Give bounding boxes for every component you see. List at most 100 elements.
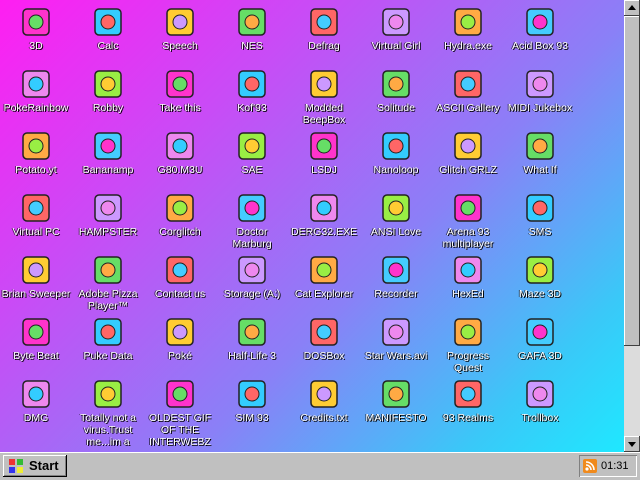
desktop-icon[interactable]: Glitch GRLZ xyxy=(432,124,504,186)
desktop-icon[interactable]: Puke Data xyxy=(72,310,144,372)
doctor-icon xyxy=(238,194,266,222)
desktop-icon-label: HexEd xyxy=(452,288,484,300)
desktop-icon[interactable]: Totally not a virus.Trust me...im a xyxy=(72,372,144,448)
smiley-icon xyxy=(526,8,554,36)
desktop-icon[interactable]: Defrag xyxy=(288,0,360,62)
desktop-icon[interactable]: ANSI Love xyxy=(360,186,432,248)
desktop-icon[interactable]: Doctor Marburg xyxy=(216,186,288,250)
open-book-icon xyxy=(238,380,266,408)
desktop-icon[interactable]: DERG32.EXE xyxy=(288,186,360,248)
lips-icon xyxy=(454,132,482,160)
desktop-icon[interactable]: Calc xyxy=(72,0,144,62)
desktop-icon-label: Brian Sweeper xyxy=(1,288,71,300)
desktop-icon-label: Bananamp xyxy=(82,164,134,176)
desktop-icon-label: Robby xyxy=(92,102,124,114)
gif-icon xyxy=(166,380,194,408)
desktop-icon[interactable]: DOSBox xyxy=(288,310,360,372)
desktop-icon[interactable]: HexEd xyxy=(432,248,504,310)
rss-icon[interactable] xyxy=(583,459,597,473)
desktop-icon[interactable]: Brian Sweeper xyxy=(0,248,72,310)
derg-monitor-icon xyxy=(310,194,338,222)
desktop-icon-label: ANSI Love xyxy=(370,226,422,238)
defrag-icon xyxy=(310,8,338,36)
desktop-icon-label: MANIFESTO xyxy=(365,412,427,424)
mine-icon xyxy=(22,256,50,284)
desktop-scrollbar[interactable] xyxy=(624,0,640,452)
corgi-icon xyxy=(166,194,194,222)
desktop-icon[interactable]: NES xyxy=(216,0,288,62)
desktop-icon-label: Solitude xyxy=(377,102,415,114)
desktop-icon-label: Puke Data xyxy=(83,350,133,362)
desktop-icon[interactable]: MANIFESTO xyxy=(360,372,432,434)
desktop-icon[interactable]: Hydra.exe xyxy=(432,0,504,62)
desktop-icon-label: PokeRainbow xyxy=(3,102,69,114)
desktop-icon[interactable]: MIDI Jukebox xyxy=(504,62,576,124)
desktop-icon[interactable]: Modded BeepBox xyxy=(288,62,360,126)
calculator-icon xyxy=(94,8,122,36)
desktop-icon[interactable]: Half-Life 3 xyxy=(216,310,288,372)
desktop-icon[interactable]: Star Wars.avi xyxy=(360,310,432,372)
lsdj-icon xyxy=(310,132,338,160)
desktop-icon[interactable]: G80.M3U xyxy=(144,124,216,186)
desktop-icon[interactable]: Poké xyxy=(144,310,216,372)
desktop-icon[interactable]: Solitude xyxy=(360,62,432,124)
desktop-icon[interactable]: Potato.yt xyxy=(0,124,72,186)
fighter-face-icon xyxy=(238,70,266,98)
desktop-icon[interactable]: Acid Box 93 xyxy=(504,0,576,62)
desktop-icon[interactable]: Kof'93 xyxy=(216,62,288,124)
desktop-icon[interactable]: OLDEST GIF OF THE INTERWEBZ xyxy=(144,372,216,448)
desktop-icon[interactable]: Virtual Girl xyxy=(360,0,432,62)
desktop-icon[interactable]: GAFA 3D xyxy=(504,310,576,372)
taskbar: Start 01:31 xyxy=(0,452,640,480)
desktop-icon[interactable]: What If xyxy=(504,124,576,186)
desktop-icon-label: SMS xyxy=(528,226,552,238)
desktop-icon[interactable]: SMS xyxy=(504,186,576,248)
desktop-icon-label: OLDEST GIF OF THE INTERWEBZ xyxy=(148,412,212,448)
scroll-down-button[interactable] xyxy=(624,436,640,452)
desktop-icon[interactable]: Corglitch xyxy=(144,186,216,248)
desktop-icon[interactable]: Adobe Pizza Player™ xyxy=(72,248,144,312)
desktop-icon[interactable]: Trollbox xyxy=(504,372,576,434)
desktop-icon[interactable]: Maze 3D xyxy=(504,248,576,310)
desktop-icon[interactable]: Byte Beat xyxy=(0,310,72,372)
desktop-icon[interactable]: Cat Explorer xyxy=(288,248,360,310)
scroll-thumb[interactable] xyxy=(624,16,640,346)
desktop-icon[interactable]: Take this xyxy=(144,62,216,124)
pokeball-icon xyxy=(166,318,194,346)
pizza-icon xyxy=(94,256,122,284)
desktop-icon[interactable]: Recorder xyxy=(360,248,432,310)
desktop-icon[interactable]: Progress Quest xyxy=(432,310,504,374)
desktop-icon-label: Byte Beat xyxy=(13,350,59,362)
desktop-icon-label: Hydra.exe xyxy=(444,40,492,52)
desktop-icon[interactable]: Contact us xyxy=(144,248,216,310)
desktop-icon[interactable]: Speech xyxy=(144,0,216,62)
ansi-book-icon xyxy=(382,194,410,222)
window-pc-icon xyxy=(22,194,50,222)
desktop-icon[interactable]: Arena 93 multiplayer xyxy=(432,186,504,250)
desktop-icon[interactable]: 3D xyxy=(0,0,72,62)
desktop-icon[interactable]: 93 Realms xyxy=(432,372,504,434)
desktop-icon[interactable]: PokeRainbow xyxy=(0,62,72,124)
girl-face-icon xyxy=(382,8,410,36)
desktop-icon[interactable]: Nanoloop xyxy=(360,124,432,186)
desktop-icon-label: Virtual PC xyxy=(12,226,60,238)
desktop-icon[interactable]: Bananamp xyxy=(72,124,144,186)
desktop-icon[interactable]: Robby xyxy=(72,62,144,124)
desktop-icon[interactable]: Credits.txt xyxy=(288,372,360,434)
desktop-icon[interactable]: LSDJ xyxy=(288,124,360,186)
desktop-icon-label: Progress Quest xyxy=(446,350,489,374)
desktop-icon[interactable]: Storage (A:) xyxy=(216,248,288,310)
desktop-icon-label: NES xyxy=(241,40,263,52)
desktop-icon[interactable]: ASCII Gallery xyxy=(432,62,504,124)
cat-globe-icon xyxy=(310,256,338,284)
wave-lines-icon xyxy=(382,132,410,160)
start-button[interactable]: Start xyxy=(3,455,67,477)
desktop-icon[interactable]: SIM 93 xyxy=(216,372,288,434)
desktop-icon[interactable]: DMG xyxy=(0,372,72,434)
desktop-icon[interactable]: SAE xyxy=(216,124,288,186)
scroll-up-button[interactable] xyxy=(624,0,640,16)
floppy-drive-icon xyxy=(238,256,266,284)
banana-icon xyxy=(94,132,122,160)
desktop-icon[interactable]: HAMPSTER xyxy=(72,186,144,248)
desktop-icon[interactable]: Virtual PC xyxy=(0,186,72,248)
